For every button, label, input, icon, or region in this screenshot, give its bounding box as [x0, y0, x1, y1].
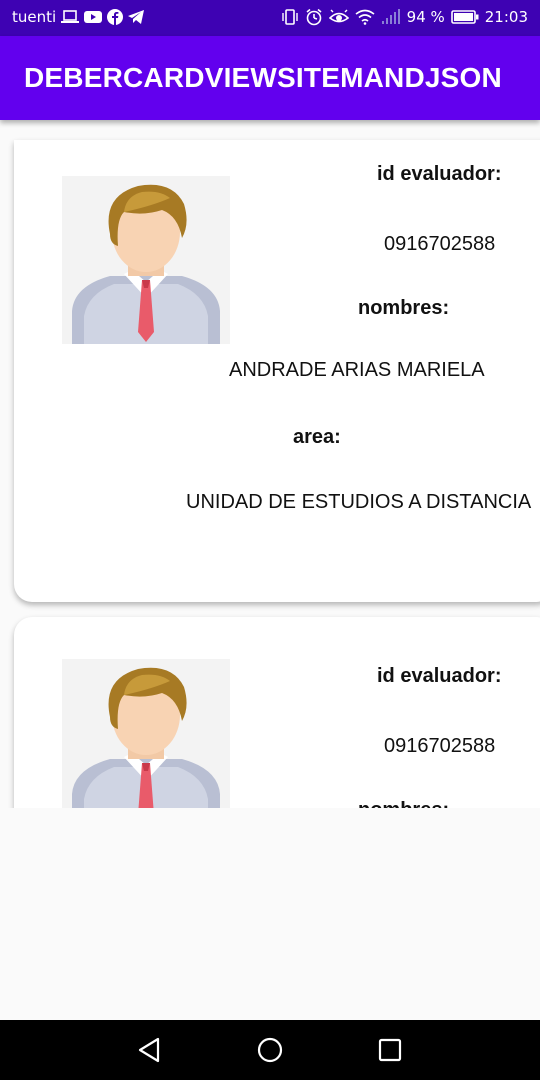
home-icon[interactable] — [254, 1034, 286, 1066]
wifi-icon — [355, 9, 375, 25]
eye-icon — [328, 9, 349, 23]
evaluator-card[interactable]: id evaluador: 0916702588 nombres: ANDRAD… — [14, 140, 540, 602]
youtube-icon — [84, 11, 103, 23]
id-evaluador-value: 0916702588 — [384, 735, 496, 757]
carrier-label: tuenti — [12, 8, 57, 26]
nombres-label: nombres: — [358, 297, 450, 319]
evaluator-card[interactable]: id evaluador: 0916702588 nombres: — [14, 617, 540, 808]
app-bar: DEBERCARDVIEWSITEMANDJSON — [0, 36, 540, 120]
facebook-icon — [107, 9, 124, 25]
telegram-icon — [128, 10, 145, 24]
navigation-bar — [0, 1020, 540, 1080]
nombres-value: ANDRADE ARIAS MARIELA — [229, 359, 485, 381]
back-icon[interactable] — [134, 1034, 166, 1066]
nombres-label: nombres: — [358, 799, 449, 808]
signal-icon — [381, 9, 400, 24]
laptop-icon — [61, 10, 80, 23]
battery-icon — [450, 10, 479, 24]
app-title: DEBERCARDVIEWSITEMANDJSON — [24, 62, 502, 93]
area-value: UNIDAD DE ESTUDIOS A DISTANCIA — [186, 491, 532, 513]
recents-icon[interactable] — [374, 1034, 406, 1066]
clock: 21:03 — [484, 8, 528, 26]
id-evaluador-label: id evaluador: — [377, 163, 502, 185]
battery-percent: 94 % — [406, 8, 445, 26]
area-label: area: — [293, 426, 341, 448]
status-bar: tuenti 94 % 21:03 — [0, 0, 540, 36]
id-evaluador-value: 0916702588 — [384, 233, 496, 255]
alarm-icon — [306, 8, 322, 26]
vibrate-icon — [281, 9, 298, 25]
avatar-image — [62, 659, 230, 808]
card-list[interactable]: id evaluador: 0916702588 nombres: ANDRAD… — [0, 120, 540, 808]
avatar-image — [62, 176, 230, 344]
id-evaluador-label: id evaluador: — [377, 665, 502, 687]
